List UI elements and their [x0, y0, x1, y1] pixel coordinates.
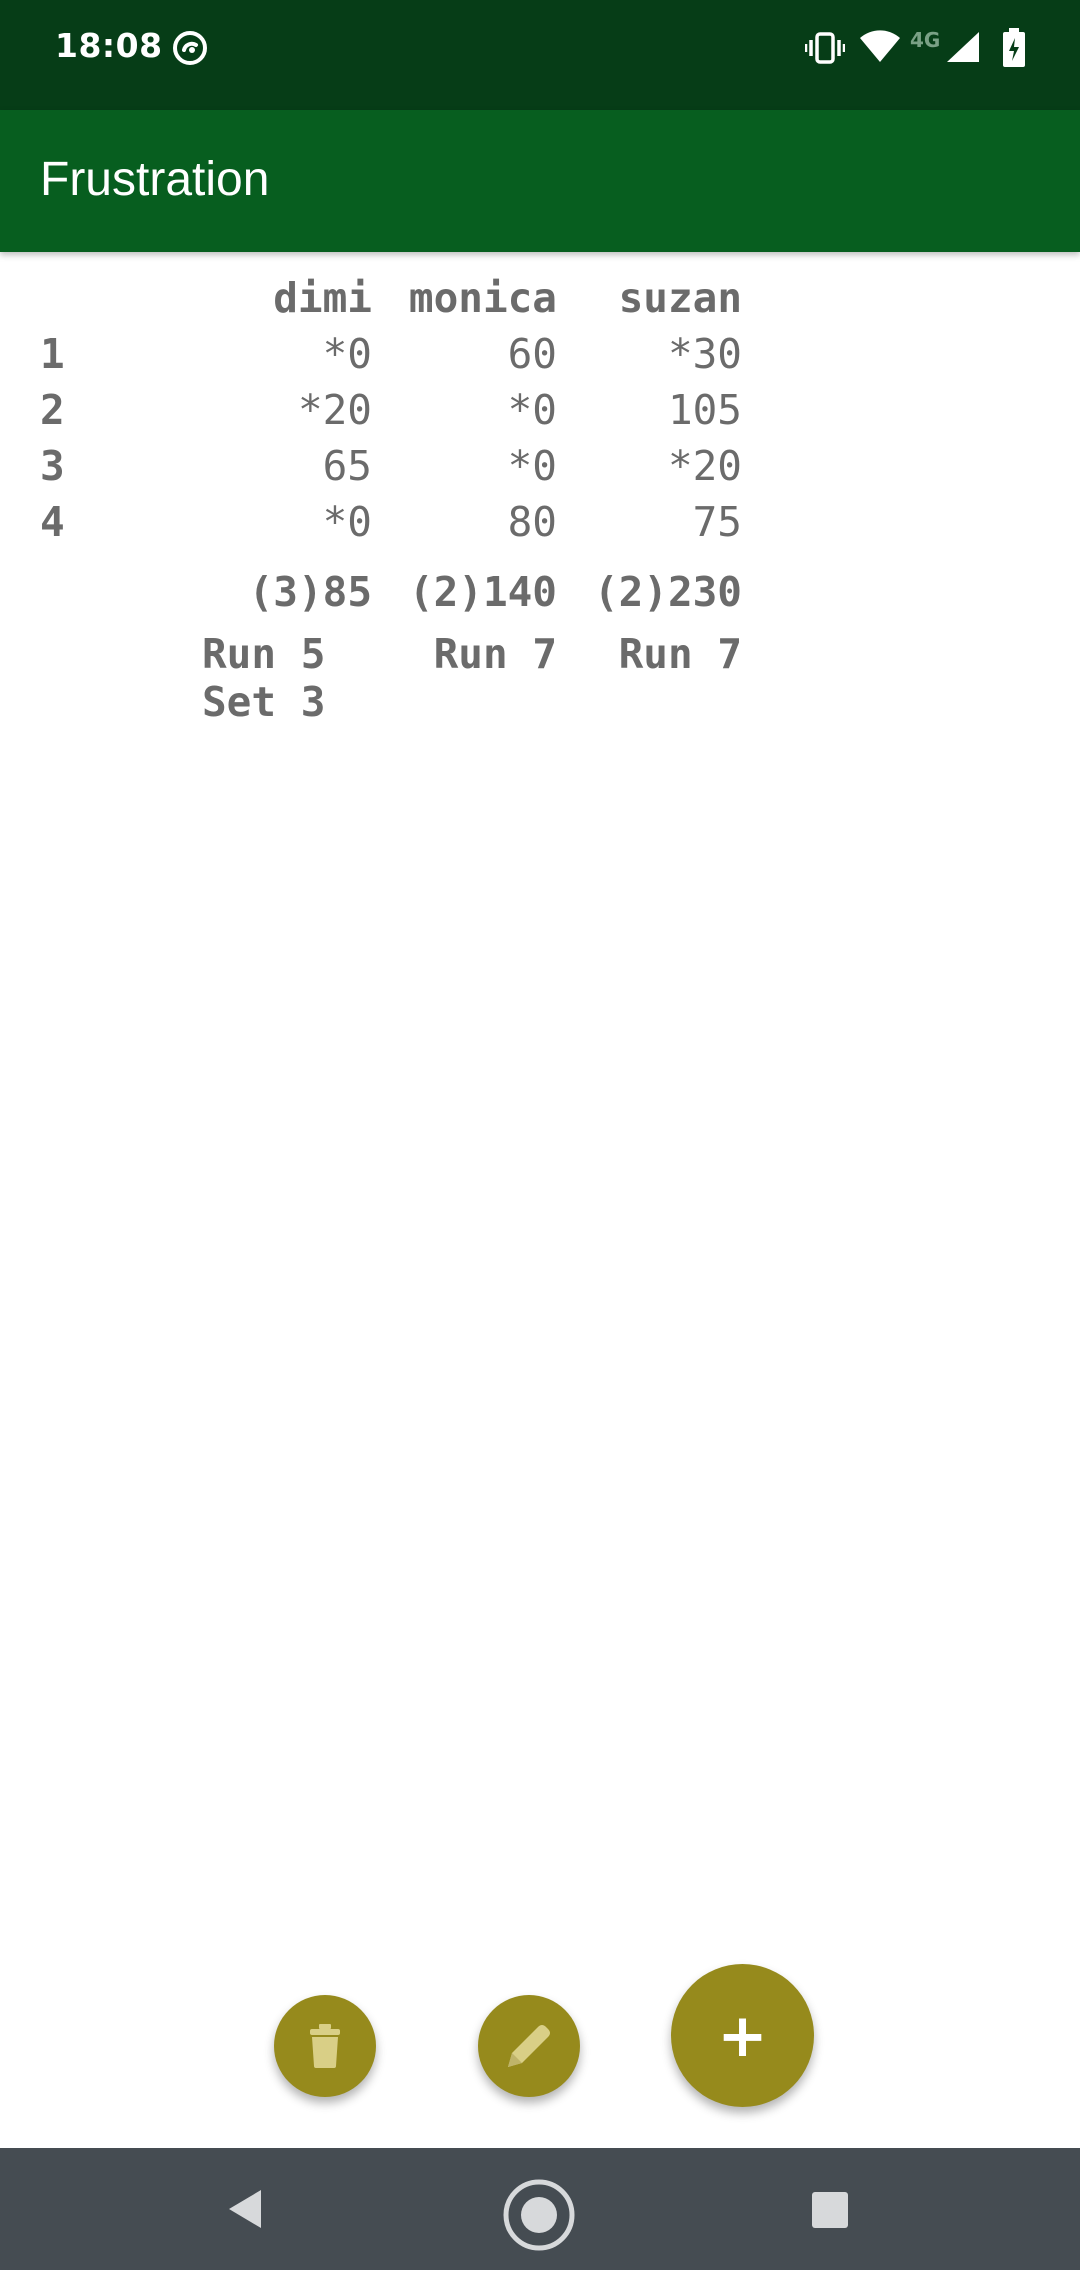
round-number: 2 [40, 386, 65, 434]
score-cell: *20 [297, 386, 372, 434]
score-cell: 75 [692, 498, 742, 546]
network-type-label: 4G [910, 28, 941, 52]
status-time: 18:08 [55, 26, 163, 65]
player-header-row: dimi monica suzan [40, 270, 742, 326]
score-cell: 80 [507, 498, 557, 546]
score-cell: *0 [507, 386, 557, 434]
nav-bar [0, 2148, 1080, 2270]
round-row[interactable]: 1 *0 60 *30 [40, 326, 742, 382]
round-header [40, 270, 135, 326]
totals-spacer [40, 550, 135, 620]
score-cell: 105 [667, 386, 742, 434]
phase-spacer [40, 620, 135, 726]
app-bar: Frustration [0, 110, 1080, 252]
score-cell: 60 [507, 330, 557, 378]
pencil-icon [508, 2025, 550, 2067]
recents-icon[interactable] [811, 2191, 849, 2229]
edit-button[interactable] [478, 1995, 580, 2097]
round-row[interactable]: 3 65 *0 *20 [40, 438, 742, 494]
score-cell: 65 [322, 442, 372, 490]
phase-row: Run 5 Set 3 Run 7 Run 7 [40, 620, 742, 726]
phase-cell: Run 7 [433, 630, 557, 678]
signal-icon [947, 32, 979, 62]
trash-icon [310, 2024, 340, 2068]
score-table: dimi monica suzan 1 *0 60 *30 2 *20 *0 1… [40, 270, 742, 726]
phase-cell: Run 7 [618, 630, 742, 678]
status-bar: 18:08 4G [0, 0, 1080, 110]
app-title: Frustration [40, 153, 270, 206]
player-name: dimi [273, 274, 372, 322]
round-row[interactable]: 4 *0 80 75 [40, 494, 742, 550]
score-cell: *30 [667, 330, 742, 378]
player-name: suzan [618, 274, 742, 322]
score-cell: *20 [667, 442, 742, 490]
vibrate-icon [805, 32, 845, 64]
battery-icon [1003, 28, 1025, 67]
score-cell: *0 [322, 498, 372, 546]
round-number: 1 [40, 330, 65, 378]
total-cell: (2)140 [408, 568, 557, 616]
total-cell: (3)85 [248, 568, 372, 616]
score-cell: *0 [507, 442, 557, 490]
delete-button[interactable] [274, 1995, 376, 2097]
round-number: 4 [40, 498, 65, 546]
add-round-button[interactable]: + [671, 1964, 814, 2107]
back-icon[interactable] [225, 2188, 265, 2230]
wifi-icon [860, 30, 900, 62]
player-name: monica [408, 274, 557, 322]
total-cell: (2)230 [593, 568, 742, 616]
phase-cell: Run 5 Set 3 [202, 630, 326, 726]
totals-row: (3)85 (2)140 (2)230 [40, 550, 742, 620]
round-number: 3 [40, 442, 65, 490]
dnd-icon [173, 31, 207, 65]
score-cell: *0 [322, 330, 372, 378]
plus-icon: + [717, 2000, 768, 2071]
round-row[interactable]: 2 *20 *0 105 [40, 382, 742, 438]
home-icon[interactable] [502, 2178, 576, 2252]
